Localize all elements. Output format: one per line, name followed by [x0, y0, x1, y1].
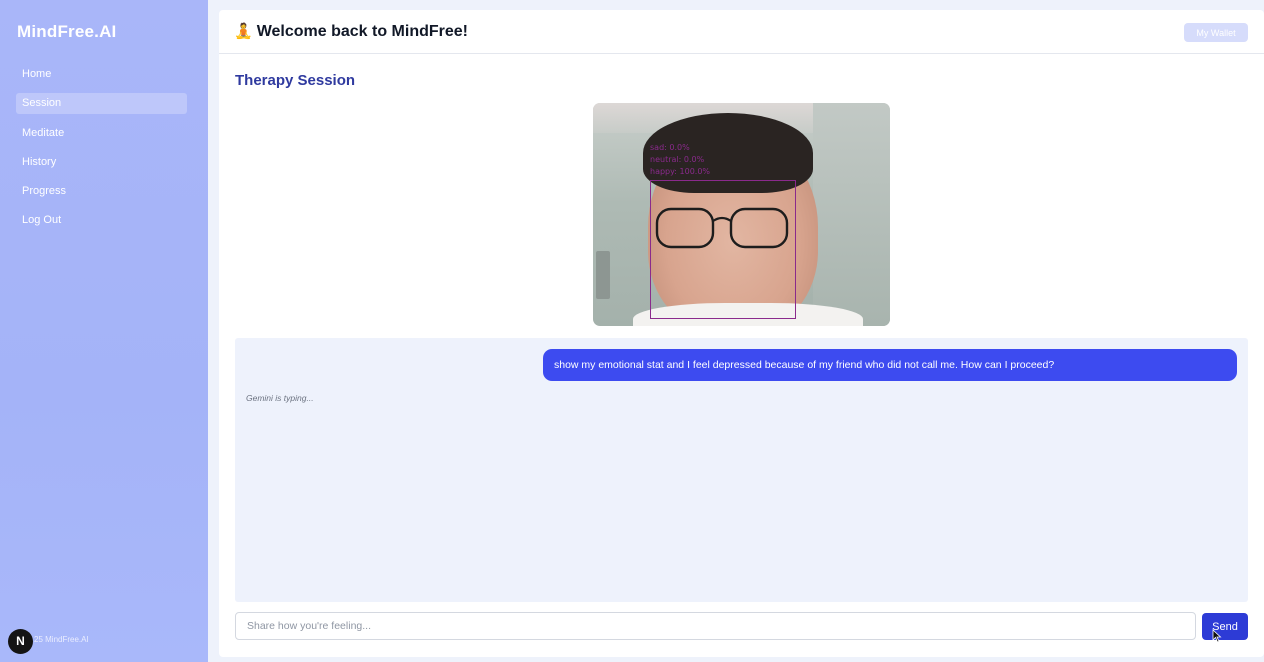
welcome-text: Welcome back to MindFree! — [256, 23, 468, 40]
video-wall — [813, 103, 890, 326]
chat-window[interactable]: show my emotional stat and I feel depres… — [235, 338, 1248, 602]
sidebar-item-progress[interactable]: Progress — [16, 181, 187, 202]
main-panel: 🧘 Welcome back to MindFree! My Wallet The… — [219, 10, 1264, 657]
meditation-icon: 🧘 — [234, 23, 253, 40]
brand-logo[interactable]: MindFree.AI — [17, 22, 117, 42]
my-wallet-button[interactable]: My Wallet — [1184, 23, 1248, 42]
send-button[interactable]: Send — [1202, 613, 1248, 640]
footer-copyright: 25 MindFree.AI — [34, 635, 89, 644]
session-title: Therapy Session — [235, 72, 356, 89]
sidebar-item-home[interactable]: Home — [16, 64, 187, 85]
sidebar-item-history[interactable]: History — [16, 152, 187, 173]
composer: Send — [235, 612, 1248, 640]
sidebar-item-logout[interactable]: Log Out — [16, 210, 187, 231]
sidebar: MindFree.AI Home Session Meditate Histor… — [0, 0, 208, 662]
user-message-bubble: show my emotional stat and I feel depres… — [543, 349, 1237, 381]
top-bar: 🧘 Welcome back to MindFree! My Wallet — [219, 10, 1264, 54]
typing-indicator: Gemini is typing... — [246, 393, 314, 403]
sidebar-item-meditate[interactable]: Meditate — [16, 123, 187, 144]
page-title: 🧘 Welcome back to MindFree! — [234, 22, 468, 41]
video-wall-panel — [596, 251, 610, 299]
emotion-label-sad: sad: 0.0% — [650, 143, 690, 152]
webcam-feed: sad: 0.0% neutral: 0.0% happy: 100.0% — [593, 103, 890, 326]
message-input[interactable] — [235, 612, 1196, 640]
sidebar-item-session[interactable]: Session — [16, 93, 187, 115]
sidebar-nav: Home Session Meditate History Progress L… — [16, 64, 187, 240]
face-detection-box — [650, 180, 796, 319]
mouse-cursor-icon — [1212, 629, 1222, 643]
emotion-label-neutral: neutral: 0.0% — [650, 155, 705, 164]
emotion-label-happy: happy: 100.0% — [650, 167, 711, 176]
nextjs-logo-icon[interactable]: N — [8, 629, 33, 654]
